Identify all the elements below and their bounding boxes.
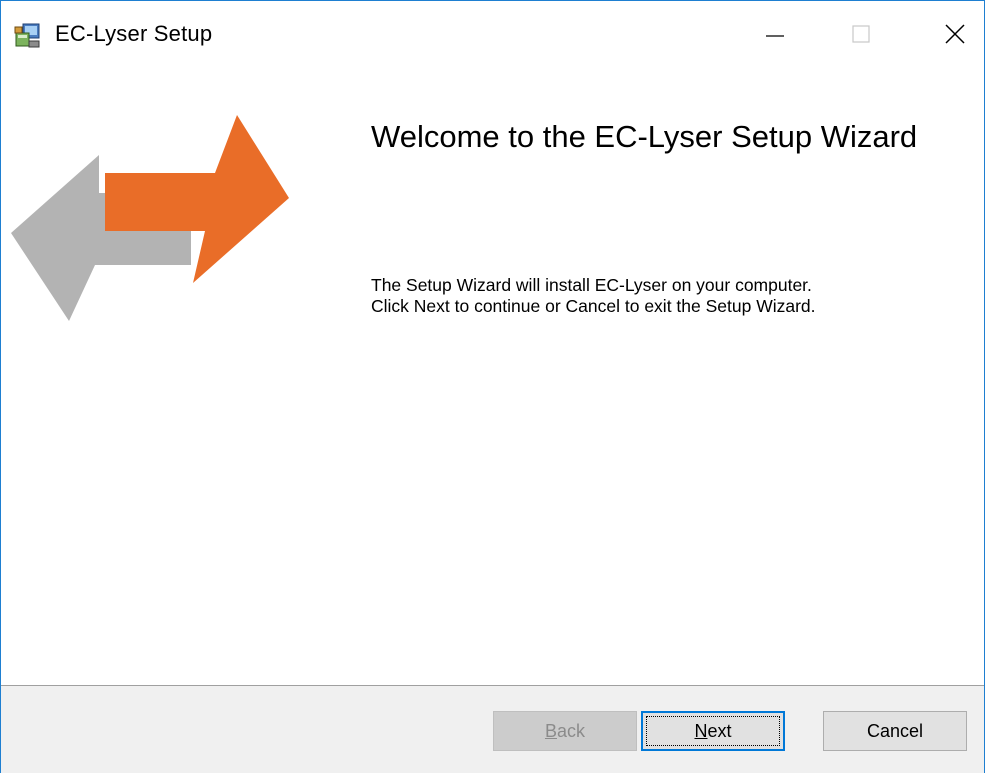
close-icon [945, 24, 965, 44]
back-mnemonic: B [544, 720, 557, 741]
close-button[interactable] [925, 9, 985, 59]
maximize-icon [852, 25, 870, 43]
next-label-rest: ext [707, 720, 732, 741]
back-button[interactable]: Back [493, 711, 637, 751]
next-button[interactable]: Next [641, 711, 785, 751]
button-bar: Back Next Cancel [1, 686, 984, 773]
description-line-2: Click Next to continue or Cancel to exit… [371, 296, 816, 316]
swap-arrows-graphic [11, 115, 289, 321]
maximize-button[interactable] [831, 9, 891, 59]
minimize-icon [766, 35, 784, 37]
next-mnemonic: N [694, 720, 708, 741]
cancel-button[interactable]: Cancel [823, 711, 967, 751]
wizard-content: Welcome to the EC-Lyser Setup Wizard The… [1, 63, 984, 685]
back-label-rest: ack [557, 720, 586, 741]
title-bar[interactable]: EC-Lyser Setup [1, 1, 984, 63]
installer-icon [14, 23, 40, 48]
window-title: EC-Lyser Setup [55, 21, 213, 46]
wizard-description: The Setup Wizard will install EC-Lyser o… [371, 275, 816, 317]
minimize-button[interactable] [745, 9, 805, 59]
setup-window: EC-Lyser Setup Welcome to the EC-Lyser S… [0, 0, 985, 773]
wizard-heading: Welcome to the EC-Lyser Setup Wizard [371, 119, 918, 154]
description-line-1: The Setup Wizard will install EC-Lyser o… [371, 275, 812, 295]
